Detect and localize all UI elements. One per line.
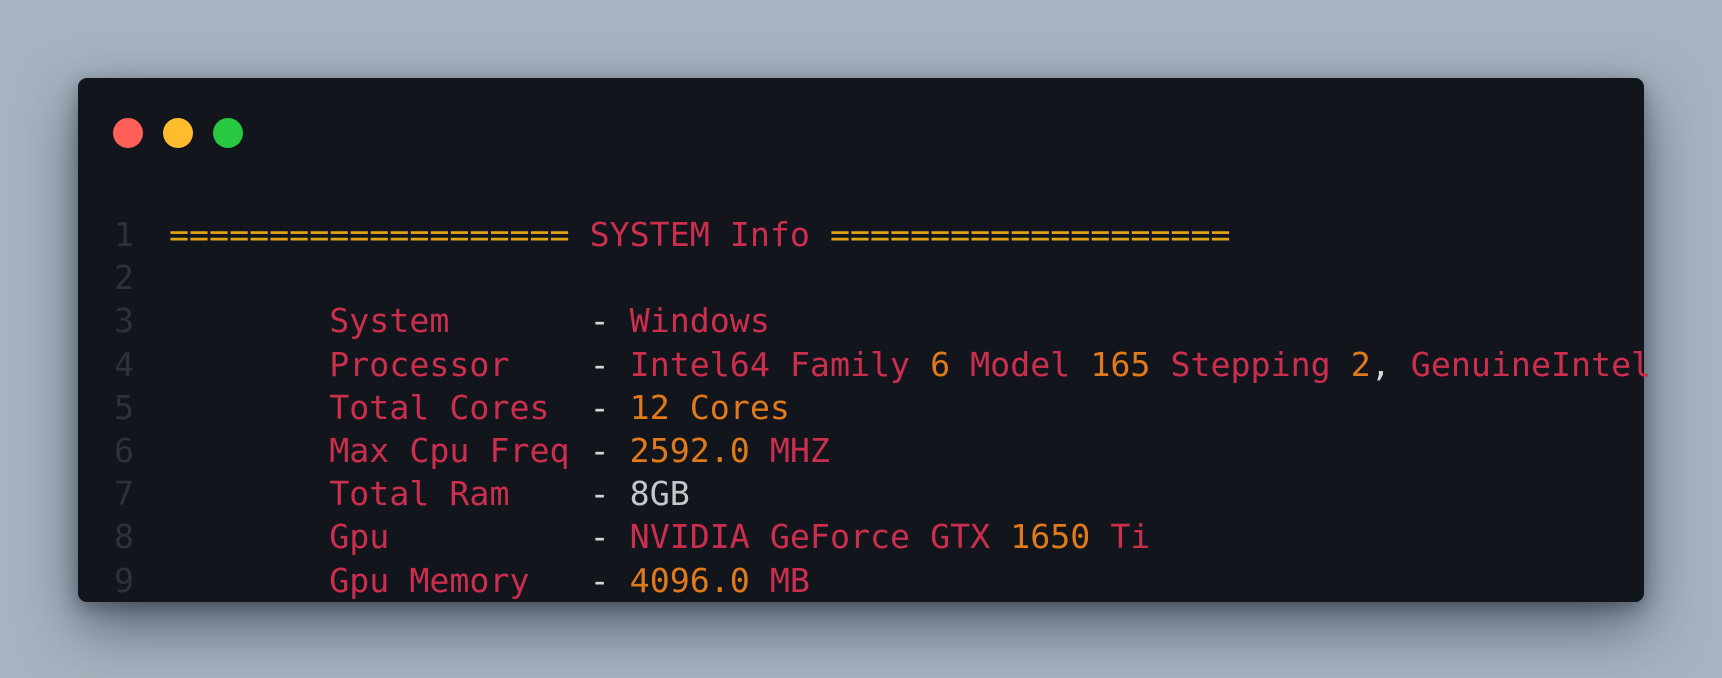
line-number: 5	[114, 387, 135, 427]
line-content: Max Cpu Freq - 2592.0 MHZ	[169, 431, 830, 471]
token-number: 2592.0	[629, 431, 750, 470]
line-number: 6	[114, 431, 135, 470]
token-keyword: GenuineIntel	[1410, 344, 1652, 384]
token-keyword: Total Cores	[329, 387, 570, 427]
line-number: 4	[114, 344, 135, 384]
line-content: System - Windows	[169, 301, 770, 341]
line-content: Total Cores - 12 Cores	[169, 388, 790, 428]
token-operator: -	[569, 387, 630, 427]
line-number: 1	[114, 215, 135, 254]
token-banner: ====================	[169, 215, 570, 254]
token-number: 165	[1090, 344, 1151, 384]
code-window: 1 ==================== SYSTEM Info ======…	[78, 78, 1651, 602]
zoom-button[interactable]	[213, 118, 243, 148]
line-content: Gpu Memory - 4096.0 MB	[169, 561, 810, 601]
token-operator: -	[569, 431, 630, 470]
minimize-button[interactable]	[163, 118, 193, 148]
token-operator: ,	[1370, 344, 1411, 384]
token-operator: -	[569, 560, 630, 600]
token-keyword: Ti	[1090, 517, 1151, 557]
token-keyword: MB	[749, 560, 810, 600]
token-keyword: SYSTEM	[589, 215, 710, 254]
token-keyword: Stepping	[1150, 344, 1351, 384]
line-number: 8	[114, 517, 135, 557]
token-number: 2	[1350, 344, 1371, 384]
token-operator: -	[569, 301, 630, 341]
token-keyword: Info	[729, 215, 810, 254]
line-number: 3	[114, 301, 135, 341]
token-banner: ====================	[829, 215, 1231, 254]
token-keyword: MHZ	[749, 431, 830, 470]
token-keyword: System	[329, 301, 570, 341]
token-operator: -	[569, 517, 630, 557]
close-button[interactable]	[113, 118, 143, 148]
line-number: 9	[114, 560, 135, 600]
token-keyword: Total Ram	[329, 474, 570, 514]
token-keyword: Intel64 Family	[629, 344, 931, 384]
token-keyword: NVIDIA GeForce GTX	[629, 517, 1011, 557]
token-keyword: Model	[950, 344, 1091, 384]
token-number: 4096.0	[629, 560, 750, 600]
line-content: ==================== SYSTEM Info =======…	[169, 215, 1231, 255]
token-plain: 8GB	[629, 474, 690, 514]
token-keyword: Gpu Memory	[329, 560, 570, 600]
token-keyword: Max Cpu Freq	[329, 431, 570, 470]
line-content: Gpu - NVIDIA GeForce GTX 1650 Ti	[169, 517, 1150, 557]
token-number: 1650	[1010, 517, 1091, 557]
line-content: Processor - Intel64 Family 6 Model 165 S…	[169, 345, 1651, 385]
token-number: 12 Cores	[629, 387, 790, 427]
token-keyword: Processor	[329, 344, 570, 384]
token-keyword: Gpu	[329, 517, 570, 557]
token-operator: -	[569, 344, 630, 384]
token-number: 6	[930, 344, 951, 384]
token-keyword: Windows	[629, 301, 770, 341]
line-number: 7	[114, 474, 135, 514]
token-operator: -	[569, 474, 630, 514]
line-content: Total Ram - 8GB	[169, 474, 690, 514]
line-number: 2	[114, 258, 135, 298]
